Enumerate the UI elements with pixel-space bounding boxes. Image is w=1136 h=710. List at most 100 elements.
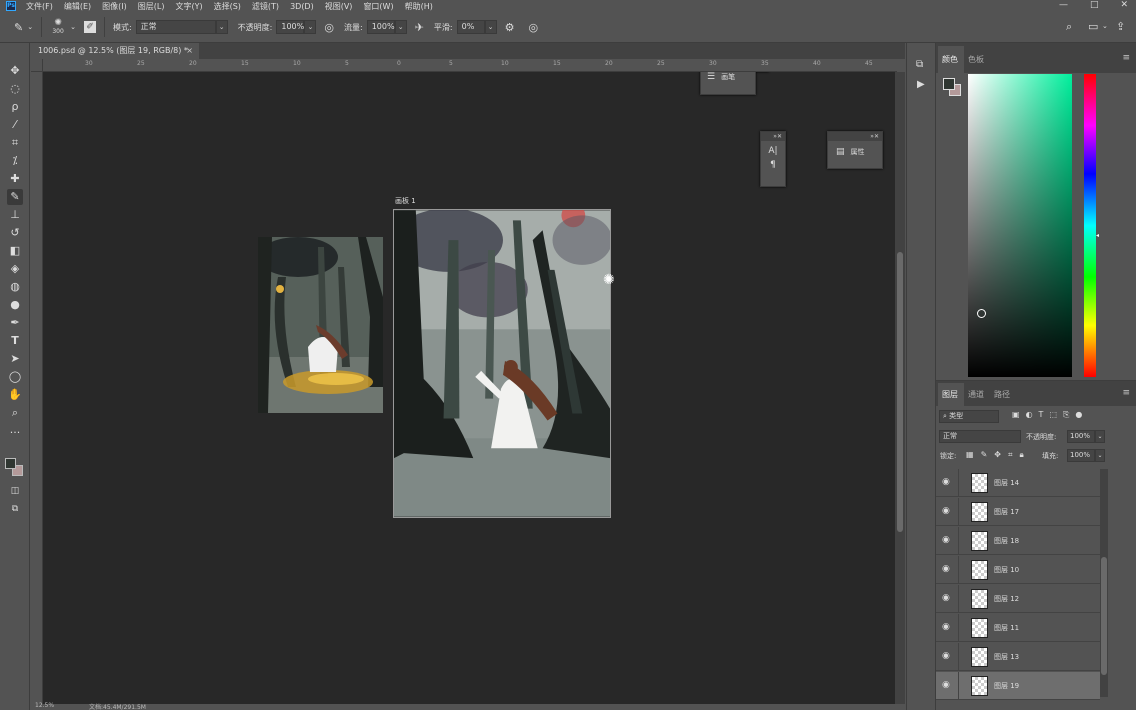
layer-opacity-input[interactable]: 100%: [1067, 430, 1095, 443]
brush-size-picker[interactable]: ✺ 300: [50, 18, 66, 36]
filter-shape-icon[interactable]: ⬚: [1049, 410, 1057, 420]
fill-input[interactable]: 100%: [1067, 449, 1095, 462]
menu-window[interactable]: 窗口(W): [363, 1, 393, 12]
layer-name[interactable]: 图层 13: [994, 652, 1019, 662]
layer-row-selected[interactable]: ◉ 图层 19: [936, 672, 1100, 700]
menu-help[interactable]: 帮助(H): [405, 1, 433, 12]
scrollbar-thumb[interactable]: [897, 252, 903, 532]
filter-toggle-icon[interactable]: ●: [1075, 410, 1082, 420]
brush-picker-chevron-down-icon[interactable]: ⌄: [70, 23, 76, 31]
ruler-origin[interactable]: [31, 59, 43, 72]
pressure-size-icon[interactable]: ◎: [528, 21, 538, 34]
eraser-tool-icon[interactable]: ◧: [7, 243, 23, 259]
tab-channels[interactable]: 通道: [964, 389, 990, 406]
paint-bucket-tool-icon[interactable]: ◈: [7, 261, 23, 277]
layer-row[interactable]: ◉ 图层 18: [936, 527, 1100, 555]
ellipse-tool-icon[interactable]: ◯: [7, 369, 23, 385]
crop-tool-icon[interactable]: ⌗: [7, 135, 23, 151]
menu-image[interactable]: 图像(I): [102, 1, 127, 12]
visibility-eye-icon[interactable]: ◉: [942, 593, 950, 603]
foreground-color-chip[interactable]: [943, 78, 955, 90]
filter-type-icon[interactable]: T: [1039, 410, 1044, 420]
menu-3d[interactable]: 3D(D): [290, 2, 314, 11]
quick-mask-icon[interactable]: ◫: [7, 483, 23, 499]
lock-pixels-icon[interactable]: ✎: [981, 450, 988, 460]
airbrush-icon[interactable]: ✈: [415, 21, 424, 34]
hue-slider-marker[interactable]: ◂: [1096, 232, 1099, 239]
saturation-brightness-field[interactable]: [968, 74, 1072, 377]
minimize-button[interactable]: —: [1059, 0, 1068, 10]
blur-tool-icon[interactable]: ◍: [7, 279, 23, 295]
brush-tool-preset-icon[interactable]: ✎: [14, 21, 23, 34]
flow-chevron-down-icon[interactable]: ⌄: [394, 20, 407, 34]
panel-collapse-icon[interactable]: »✕: [761, 132, 785, 141]
flow-input[interactable]: 100%: [366, 20, 395, 34]
layer-row[interactable]: ◉ 图层 14: [936, 469, 1100, 497]
menu-filter[interactable]: 滤镜(T): [252, 1, 279, 12]
history-brush-tool-icon[interactable]: ↺: [7, 225, 23, 241]
properties-panel-button[interactable]: ▤ 属性: [828, 141, 882, 157]
lock-all-icon[interactable]: 🔒︎: [1019, 450, 1023, 460]
brush-settings-toggle-icon[interactable]: ✐: [83, 21, 96, 33]
layer-opacity-chevron-down-icon[interactable]: ⌄: [1095, 430, 1105, 443]
layer-name[interactable]: 图层 18: [994, 536, 1019, 546]
actions-play-icon[interactable]: ▶: [917, 79, 925, 90]
pen-tool-icon[interactable]: ✒: [7, 315, 23, 331]
visibility-eye-icon[interactable]: ◉: [942, 477, 950, 487]
canvas-vertical-scrollbar[interactable]: [895, 72, 905, 704]
maximize-button[interactable]: □: [1090, 0, 1099, 10]
layer-row[interactable]: ◉ 图层 11: [936, 614, 1100, 642]
brush-tool-icon[interactable]: ✎: [7, 189, 23, 205]
history-panel-icon[interactable]: ⧉: [916, 59, 923, 70]
workspace-icon[interactable]: ▭: [1088, 20, 1098, 33]
lasso-tool-icon[interactable]: ρ: [7, 99, 23, 115]
menu-file[interactable]: 文件(F): [26, 1, 53, 12]
preset-chevron-down-icon[interactable]: ⌄: [27, 23, 33, 31]
paragraph-panel-icon[interactable]: ¶: [761, 160, 785, 170]
visibility-eye-icon[interactable]: ◉: [942, 506, 950, 516]
blend-mode-select[interactable]: 正常: [939, 430, 1021, 443]
document-tab[interactable]: 1006.psd @ 12.5% (图层 19, RGB/8) * ×: [31, 43, 199, 59]
layer-row[interactable]: ◉ 图层 17: [936, 498, 1100, 526]
hand-tool-icon[interactable]: ✋: [7, 387, 23, 403]
visibility-eye-icon[interactable]: ◉: [942, 622, 950, 632]
tab-swatches[interactable]: 色板: [964, 54, 990, 73]
lock-artboard-icon[interactable]: ⌗: [1008, 450, 1013, 460]
zoom-level[interactable]: 12.5%: [35, 702, 54, 709]
visibility-eye-icon[interactable]: ◉: [942, 564, 950, 574]
close-tab-icon[interactable]: ×: [186, 43, 193, 59]
tab-color[interactable]: 颜色: [938, 46, 964, 73]
menu-edit[interactable]: 编辑(E): [64, 1, 91, 12]
menu-layer[interactable]: 图层(L): [138, 1, 165, 12]
smoothing-chevron-down-icon[interactable]: ⌄: [484, 20, 497, 34]
path-select-tool-icon[interactable]: ➤: [7, 351, 23, 367]
quick-select-tool-icon[interactable]: ⁄: [7, 117, 23, 133]
panel-collapse-icon[interactable]: »✕: [828, 132, 882, 141]
vertical-ruler[interactable]: [31, 72, 43, 704]
zoom-tool-icon[interactable]: ⌕: [7, 405, 23, 421]
character-panel-icon[interactable]: A|: [761, 146, 785, 156]
layer-name[interactable]: 图层 12: [994, 594, 1019, 604]
tab-layers[interactable]: 图层: [938, 383, 964, 406]
artboard-painting[interactable]: [393, 209, 611, 518]
layer-name[interactable]: 图层 11: [994, 623, 1019, 633]
layer-row[interactable]: ◉ 图层 13: [936, 643, 1100, 671]
type-tool-icon[interactable]: T: [7, 333, 23, 349]
layers-scrollbar[interactable]: [1100, 469, 1108, 697]
search-icon[interactable]: ⌕: [1066, 20, 1072, 34]
scrollbar-thumb[interactable]: [1101, 557, 1107, 675]
panel-menu-icon[interactable]: ≡: [1122, 53, 1130, 63]
opacity-chevron-down-icon[interactable]: ⌄: [304, 20, 317, 34]
smoothing-options-gear-icon[interactable]: ⚙: [505, 21, 515, 34]
move-tool-icon[interactable]: ✥: [7, 63, 23, 79]
filter-smartobject-icon[interactable]: ⎘: [1063, 410, 1069, 420]
mode-select[interactable]: 正常: [135, 20, 216, 34]
close-window-button[interactable]: ✕: [1120, 0, 1128, 10]
dodge-tool-icon[interactable]: ●: [7, 297, 23, 313]
layer-name[interactable]: 图层 14: [994, 478, 1019, 488]
hue-slider[interactable]: ◂: [1084, 74, 1099, 377]
marquee-tool-icon[interactable]: ◌: [7, 81, 23, 97]
workspace-chevron-down-icon[interactable]: ⌄: [1102, 22, 1108, 30]
visibility-eye-icon[interactable]: ◉: [942, 680, 950, 690]
horizontal-ruler[interactable]: 30 25 20 15 10 5 0 5 10 15 20 25 30 35 4…: [43, 59, 897, 72]
